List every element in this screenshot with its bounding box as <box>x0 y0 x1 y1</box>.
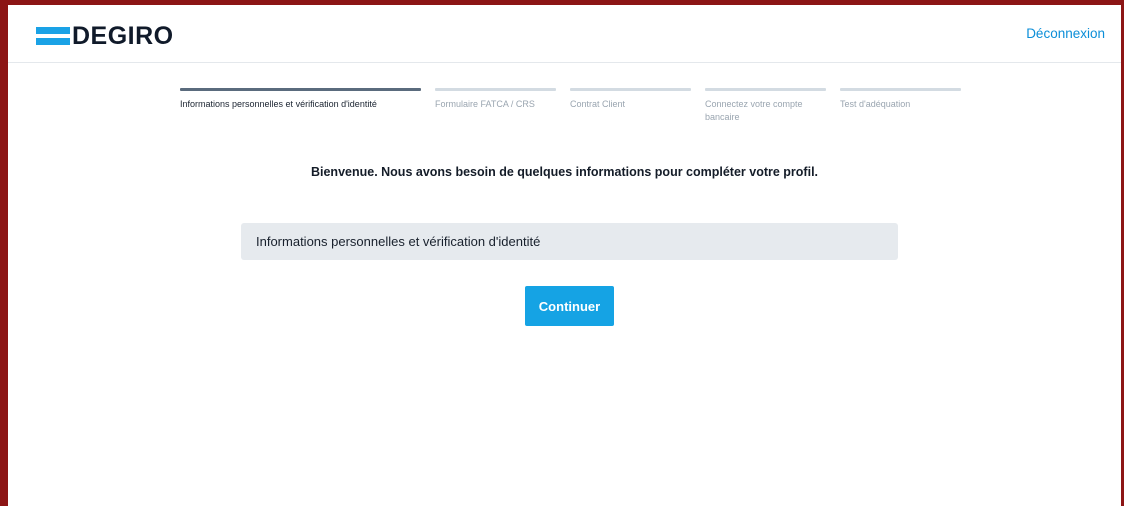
step-label: Connectez votre compte bancaire <box>705 99 803 122</box>
degiro-logo[interactable]: DEGIRO <box>36 21 174 51</box>
step-personal-info[interactable]: Informations personnelles et vérificatio… <box>180 88 421 124</box>
step-suitability-test[interactable]: Test d'adéquation <box>840 88 961 124</box>
degiro-logo-icon <box>36 25 70 47</box>
step-label: Informations personnelles et vérificatio… <box>180 99 377 109</box>
step-label: Formulaire FATCA / CRS <box>435 99 535 109</box>
step-connect-bank[interactable]: Connectez votre compte bancaire <box>705 88 826 124</box>
step-progress-bar <box>435 88 556 91</box>
welcome-message: Bienvenue. Nous avons besoin de quelques… <box>310 165 819 179</box>
step-progress-bar <box>705 88 826 91</box>
continue-button[interactable]: Continuer <box>525 286 614 326</box>
step-progress-bar <box>570 88 691 91</box>
step-label: Test d'adéquation <box>840 99 911 109</box>
step-client-contract[interactable]: Contrat Client <box>570 88 691 124</box>
app-window: DEGIRO Déconnexion Informations personne… <box>0 0 1124 506</box>
step-progress-bar <box>180 88 421 91</box>
logout-link[interactable]: Déconnexion <box>1026 26 1105 41</box>
section-header-personal-info: Informations personnelles et vérificatio… <box>241 223 898 260</box>
step-label: Contrat Client <box>570 99 626 109</box>
step-progress-bar <box>840 88 961 91</box>
logo-text: DEGIRO <box>72 21 174 50</box>
step-fatca-crs[interactable]: Formulaire FATCA / CRS <box>435 88 556 124</box>
top-header: DEGIRO Déconnexion <box>8 5 1121 63</box>
progress-steps: Informations personnelles et vérificatio… <box>180 88 975 124</box>
